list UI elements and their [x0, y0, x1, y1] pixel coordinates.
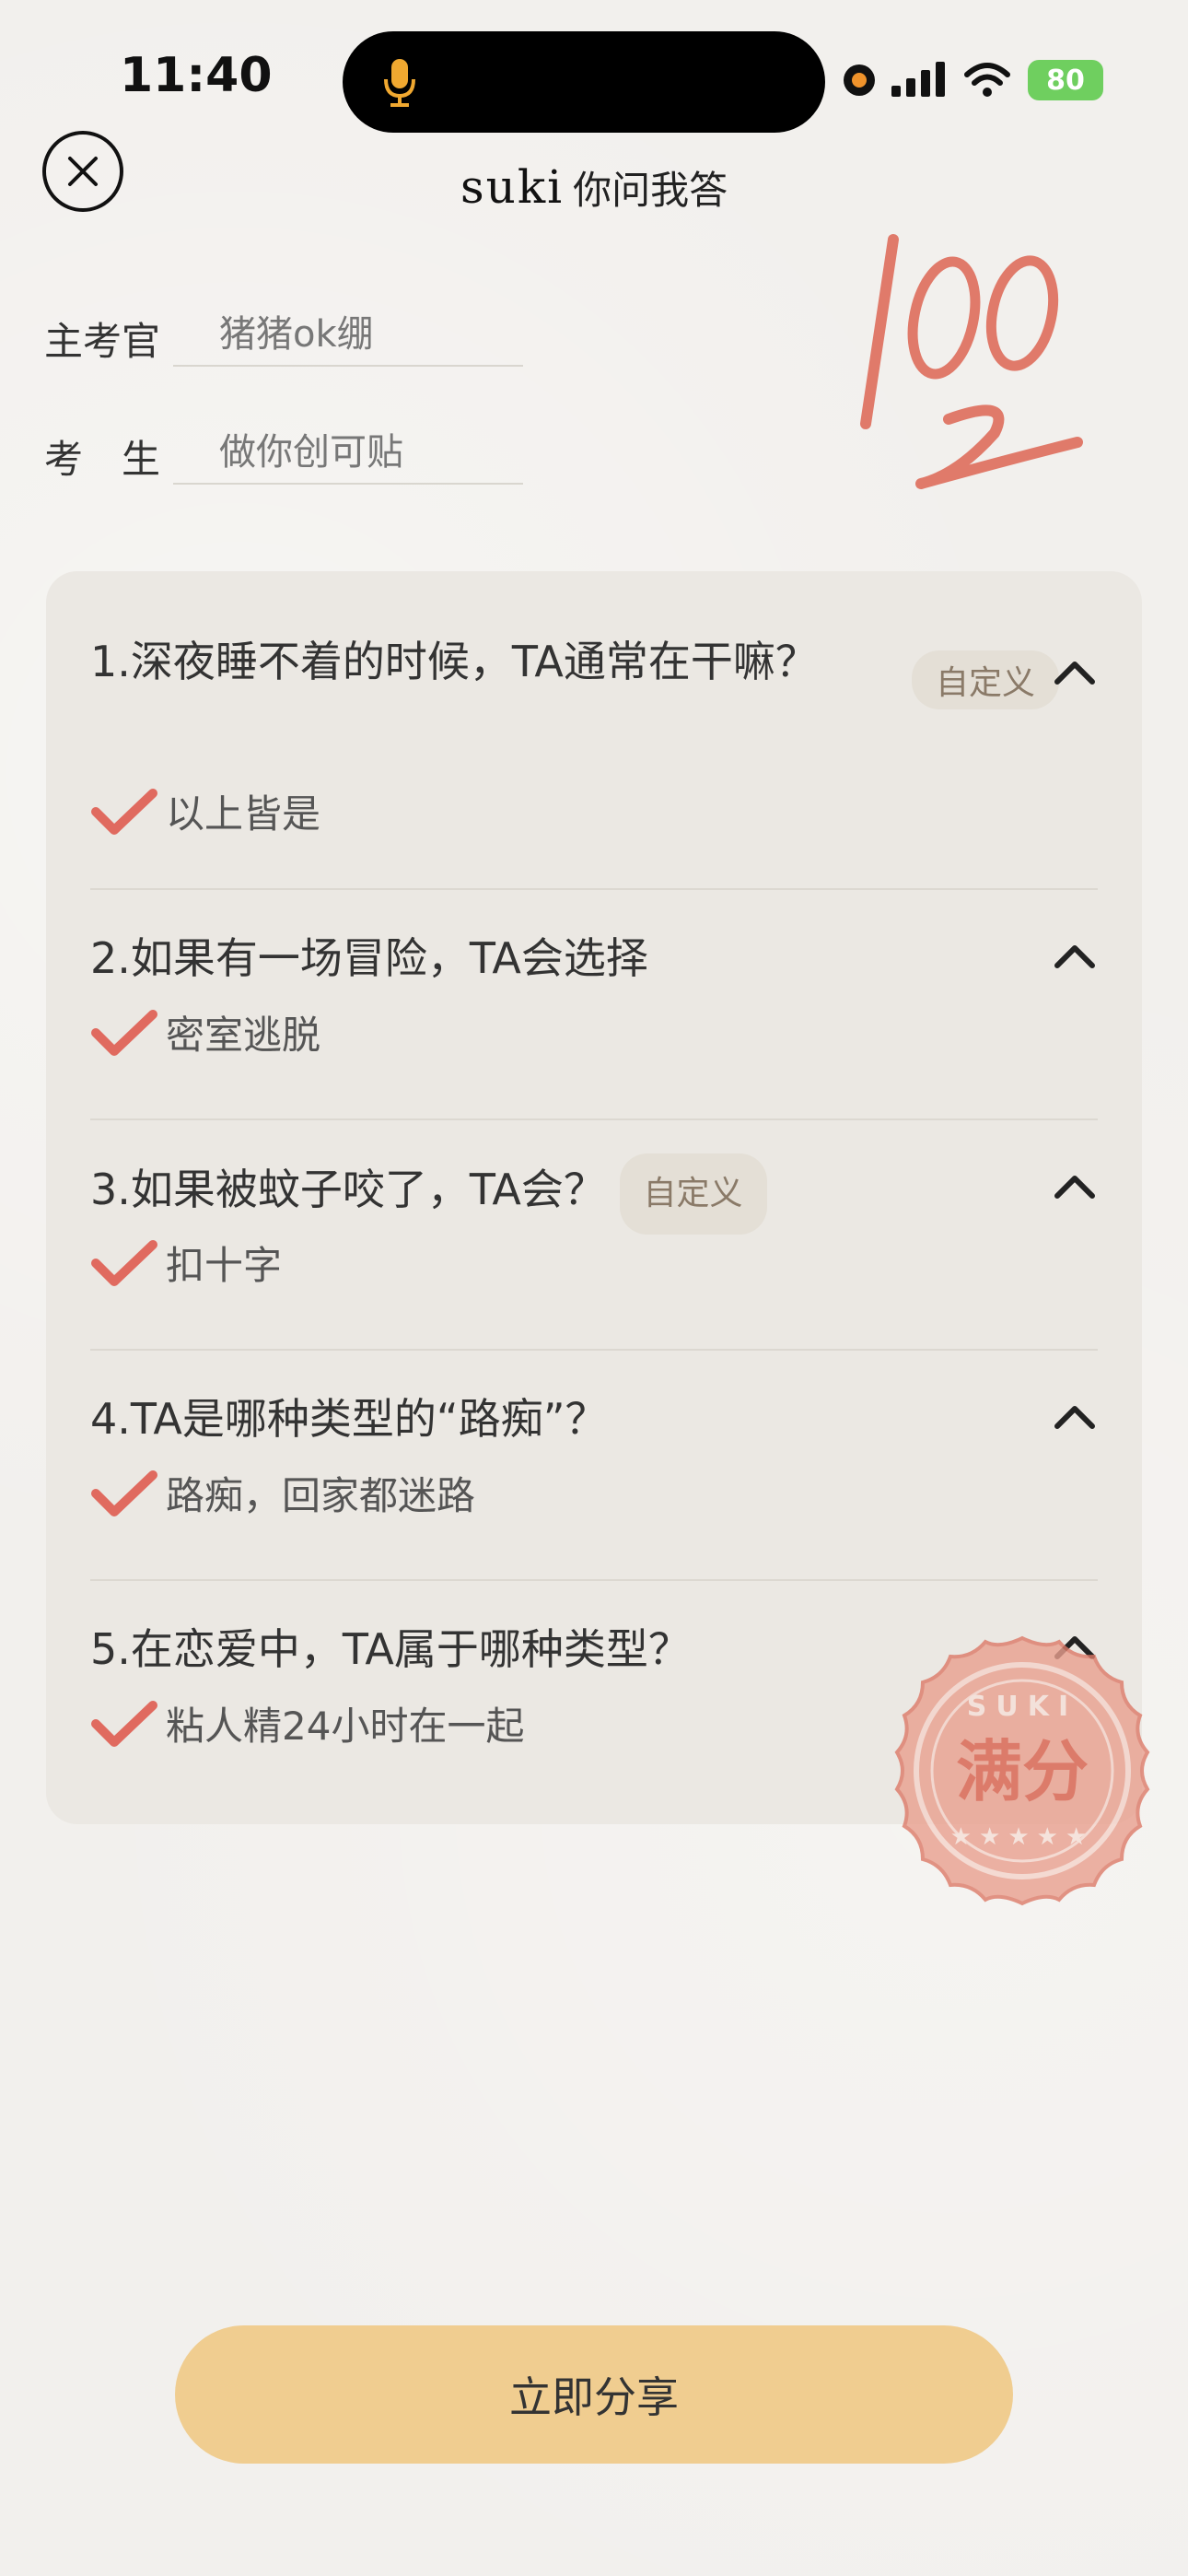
microphone-icon	[384, 59, 415, 107]
full-score-stamp: SUKI 满分 ★★★★★	[894, 1635, 1150, 1906]
divider	[90, 1349, 1098, 1351]
question-1[interactable]: 1.深夜睡不着的时候，TA通常在干嘛？ 自定义 以上皆是	[90, 626, 1098, 837]
status-time: 11:40	[120, 48, 273, 103]
check-icon	[91, 1009, 157, 1056]
answer-text: 以上皆是	[166, 791, 321, 837]
answer-text: 扣十字	[166, 1243, 283, 1288]
dynamic-island	[343, 31, 825, 133]
chevron-up-icon[interactable]	[1052, 934, 1098, 980]
brand-logo: suki	[460, 160, 565, 214]
examinee-row: 考 生 做你创可贴	[44, 422, 523, 485]
question-title-row: 3.如果被蚊子咬了，TA会？ 自定义	[90, 1153, 1098, 1235]
check-icon	[91, 1700, 157, 1747]
status-icons: 80	[844, 48, 1103, 112]
page-title: suki 你问我答	[460, 155, 728, 219]
answer-row: 以上皆是	[90, 783, 320, 839]
wifi-icon	[964, 63, 1010, 97]
examiner-label: 主考官	[44, 319, 161, 364]
svg-text:满分: 满分	[956, 1733, 1089, 1810]
question-title: 4.TA是哪种类型的“路痴”？	[90, 1394, 608, 1444]
divider	[90, 1118, 1098, 1120]
examinee-name: 做你创可贴	[173, 422, 523, 485]
question-3[interactable]: 3.如果被蚊子咬了，TA会？ 自定义 扣十字	[90, 1153, 1098, 1288]
examinee-label: 考 生	[44, 437, 161, 482]
close-icon	[68, 157, 98, 186]
question-title: 1.深夜睡不着的时候，TA通常在干嘛？	[90, 637, 818, 686]
examiner-name: 猪猪ok绷	[173, 304, 523, 367]
answer-row: 粘人精24小时在一起	[90, 1695, 524, 1751]
answer-row: 密室逃脱	[90, 1004, 320, 1060]
examiner-row: 主考官 猪猪ok绷	[44, 304, 523, 367]
question-2[interactable]: 2.如果有一场冒险，TA会选择 密室逃脱	[90, 923, 1098, 1058]
answer-text: 路痴，回家都迷路	[166, 1473, 476, 1518]
signal-icon	[891, 62, 945, 97]
question-title: 3.如果被蚊子咬了，TA会？	[90, 1165, 606, 1214]
check-icon	[91, 788, 157, 835]
question-title: 2.如果有一场冒险，TA会选择	[90, 933, 648, 983]
answer-row: 扣十字	[90, 1235, 282, 1291]
share-now-button[interactable]: 立即分享	[175, 2325, 1013, 2464]
answer-text: 粘人精24小时在一起	[166, 1704, 525, 1749]
check-icon	[91, 1239, 157, 1286]
custom-tag: 自定义	[912, 650, 1060, 709]
chevron-up-icon[interactable]	[1052, 650, 1098, 697]
title-text: 你问我答	[573, 167, 728, 213]
battery-icon: 80	[1028, 60, 1103, 100]
check-icon	[91, 1469, 157, 1516]
recording-indicator-icon	[844, 64, 875, 96]
answer-row: 路痴，回家都迷路	[90, 1465, 475, 1521]
divider	[90, 888, 1098, 890]
svg-text:SUKI: SUKI	[967, 1691, 1077, 1723]
chevron-up-icon[interactable]	[1052, 1395, 1098, 1441]
question-4[interactable]: 4.TA是哪种类型的“路痴”？ 路痴，回家都迷路	[90, 1384, 1098, 1518]
close-button[interactable]	[42, 131, 123, 212]
svg-text:★★★★★: ★★★★★	[950, 1823, 1095, 1851]
answer-text: 密室逃脱	[166, 1013, 321, 1058]
score-handwritten: 100	[860, 234, 1083, 489]
custom-tag: 自定义	[619, 1153, 767, 1235]
chevron-up-icon[interactable]	[1052, 1165, 1098, 1211]
divider	[90, 1579, 1098, 1581]
